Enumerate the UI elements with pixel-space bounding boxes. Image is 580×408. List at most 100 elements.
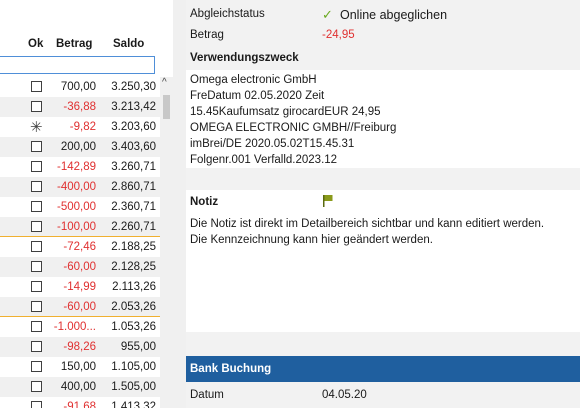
month-separator — [0, 316, 160, 317]
scrollbar[interactable]: ^ — [160, 77, 173, 408]
betrag-cell: -142,89 — [56, 161, 96, 173]
table-row[interactable]: -72,46 2.188,25 — [0, 237, 160, 257]
notiz-line: Die Notiz ist direkt im Detailbereich si… — [190, 218, 545, 230]
table-row[interactable]: -14,99 2.113,26 — [0, 277, 160, 297]
table-row[interactable]: 200,00 3.403,60 — [0, 137, 160, 157]
ok-checkbox[interactable] — [31, 101, 42, 112]
asterisk-icon[interactable]: ✳ — [30, 118, 43, 136]
transaction-list: Ok Betrag Saldo 700,00 3.250,30 -36,88 3.21… — [0, 0, 173, 408]
saldo-cell: 3.203,60 — [111, 121, 156, 133]
col-betrag-header[interactable]: Betrag — [56, 38, 92, 50]
saldo-cell: 2.053,26 — [111, 301, 156, 313]
ok-checkbox[interactable] — [31, 181, 42, 192]
betrag-label: Betrag — [190, 29, 224, 41]
ok-checkbox[interactable] — [31, 81, 42, 92]
verwendung-line: 15.45Kaufumsatz girocardEUR 24,95 — [190, 106, 381, 118]
scroll-up-icon[interactable]: ^ — [162, 77, 167, 88]
bank-buchung-title: Bank Buchung — [190, 363, 272, 375]
table-row[interactable]: ✳ -9,82 3.203,60 — [0, 117, 160, 137]
table-row[interactable]: -1.000... 1.053,26 — [0, 317, 160, 337]
betrag-value: -24,95 — [322, 29, 355, 41]
table-header: Ok Betrag Saldo — [0, 35, 160, 55]
table-row[interactable]: -98,26 955,00 — [0, 337, 160, 357]
verwendung-line: OMEGA ELECTRONIC GMBH//Freiburg — [190, 122, 397, 134]
table-row[interactable]: -500,00 2.360,71 — [0, 197, 160, 217]
col-saldo-header[interactable]: Saldo — [113, 38, 144, 50]
betrag-cell: 150,00 — [60, 361, 96, 373]
saldo-cell: 2.128,25 — [111, 261, 156, 273]
saldo-cell: 2.260,71 — [111, 221, 156, 233]
verwendung-line: imBrei/DE 2020.05.02T15.45.31 — [190, 138, 355, 150]
table-row[interactable]: -100,00 2.260,71 — [0, 217, 160, 237]
betrag-cell: -98,26 — [63, 341, 96, 353]
splitter[interactable] — [173, 0, 186, 408]
flag-icon[interactable] — [322, 194, 334, 208]
checkmark-icon: ✓ — [322, 7, 333, 22]
saldo-cell: 2.188,25 — [111, 241, 156, 253]
saldo-cell: 3.213,42 — [111, 101, 156, 113]
ok-checkbox[interactable] — [31, 401, 42, 408]
betrag-cell: -60,00 — [63, 261, 96, 273]
saldo-cell: 1.053,26 — [111, 321, 156, 333]
datum-label: Datum — [190, 389, 224, 401]
ok-checkbox[interactable] — [31, 261, 42, 272]
betrag-cell: 200,00 — [60, 141, 96, 153]
ok-checkbox[interactable] — [31, 301, 42, 312]
notiz-text[interactable]: Die Notiz ist direkt im Detailbereich si… — [190, 216, 576, 248]
betrag-cell: -1.000... — [53, 321, 96, 333]
ok-checkbox[interactable] — [31, 321, 42, 332]
betrag-cell: -72,46 — [63, 241, 96, 253]
scroll-thumb[interactable] — [163, 95, 170, 119]
bank-buchung-header: Bank Buchung — [186, 356, 580, 382]
ok-checkbox[interactable] — [31, 161, 42, 172]
table-row[interactable]: -142,89 3.260,71 — [0, 157, 160, 177]
betrag-cell: -60,00 — [63, 301, 96, 313]
saldo-cell: 3.250,30 — [111, 81, 156, 93]
saldo-cell: 2.113,26 — [112, 281, 156, 293]
betrag-cell: 400,00 — [60, 381, 96, 393]
table-row[interactable]: 400,00 1.505,00 — [0, 377, 160, 397]
saldo-cell: 1.505,00 — [111, 381, 156, 393]
table-row[interactable]: 700,00 3.250,30 — [0, 77, 160, 97]
table-row[interactable]: -60,00 2.128,25 — [0, 257, 160, 277]
table-row[interactable]: -36,88 3.213,42 — [0, 97, 160, 117]
saldo-cell: 3.403,60 — [111, 141, 156, 153]
ok-checkbox[interactable] — [31, 241, 42, 252]
saldo-cell: 3.260,71 — [111, 161, 156, 173]
saldo-cell: 1.413,32 — [111, 401, 156, 408]
ok-checkbox[interactable] — [31, 201, 42, 212]
betrag-cell: -400,00 — [56, 181, 96, 193]
betrag-cell: -500,00 — [56, 201, 96, 213]
verwendung-line: FreDatum 02.05.2020 Zeit — [190, 90, 325, 102]
saldo-cell: 1.105,00 — [111, 361, 156, 373]
datum-value: 04.05.20 — [322, 389, 367, 401]
verwendungszweck-title: Verwendungszweck — [190, 52, 299, 64]
abgleich-label: Abgleichstatus — [190, 8, 265, 20]
table-row[interactable]: 150,00 1.105,00 — [0, 357, 160, 377]
betrag-cell: -9,82 — [69, 121, 96, 133]
ok-checkbox[interactable] — [31, 341, 42, 352]
verwendungszweck-text[interactable]: Omega electronic GmbH FreDatum 02.05.202… — [186, 70, 580, 168]
betrag-cell: -14,99 — [63, 281, 96, 293]
detail-pane: Abgleichstatus ✓ Online abgeglichen Betr… — [186, 0, 580, 408]
betrag-cell: -36,88 — [63, 101, 96, 113]
ok-checkbox[interactable] — [31, 381, 42, 392]
filter-input[interactable] — [0, 56, 155, 74]
notiz-section: Notiz Die Notiz ist direkt im Detailbere… — [186, 190, 580, 332]
abgleich-value: Online abgeglichen — [340, 8, 448, 22]
notiz-title: Notiz — [190, 196, 219, 208]
ok-checkbox[interactable] — [31, 141, 42, 152]
saldo-cell: 955,00 — [120, 341, 156, 353]
col-ok-header[interactable]: Ok — [28, 38, 43, 50]
saldo-cell: 2.860,71 — [111, 181, 156, 193]
ok-checkbox[interactable] — [31, 221, 42, 232]
ok-checkbox[interactable] — [31, 361, 42, 372]
table-row[interactable]: -60,00 2.053,26 — [0, 297, 160, 317]
month-separator — [0, 236, 160, 237]
betrag-cell: 700,00 — [60, 81, 96, 93]
ok-checkbox[interactable] — [31, 281, 42, 292]
verwendung-line: Omega electronic GmbH — [190, 74, 317, 86]
table-row[interactable]: -91,68 1.413,32 — [0, 397, 160, 408]
verwendung-line: Folgenr.001 Verfalld.2023.12 — [190, 154, 338, 166]
table-row[interactable]: -400,00 2.860,71 — [0, 177, 160, 197]
